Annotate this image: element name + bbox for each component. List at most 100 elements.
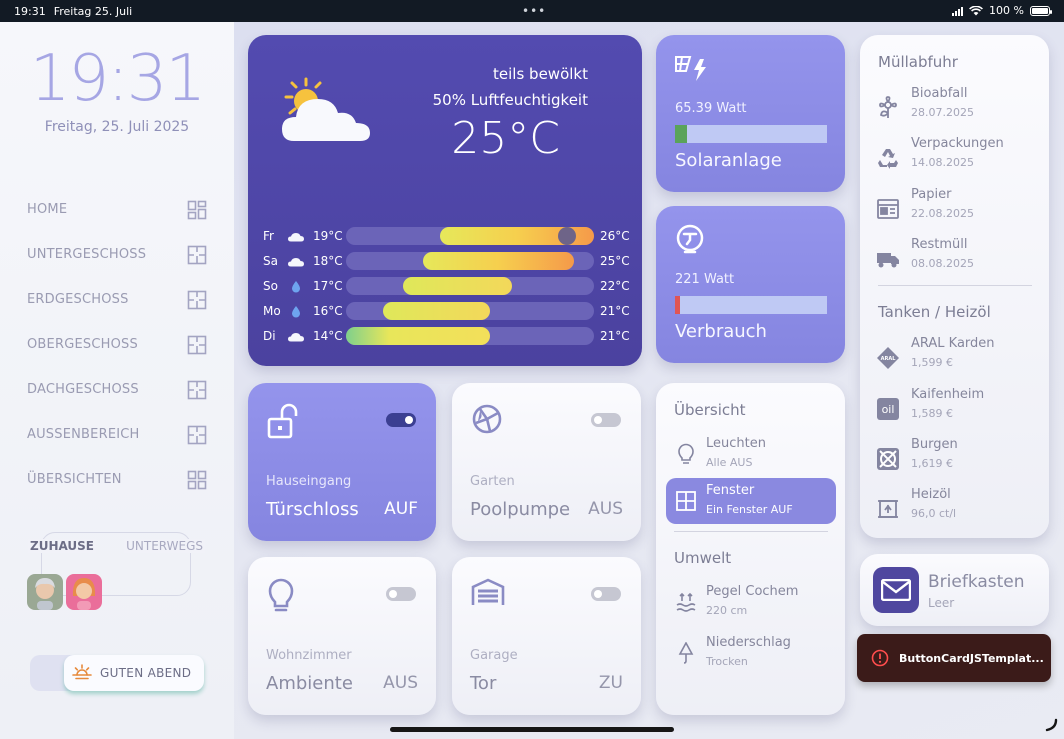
nav-item-aussenbereich[interactable]: AUSSENBEREICH xyxy=(27,412,207,457)
forecast-low: 14°C xyxy=(313,329,343,343)
battery-icon xyxy=(1030,5,1052,16)
nav-item-label: ERDGESCHOSS xyxy=(27,292,129,307)
cloud-icon xyxy=(285,254,307,268)
pool-pump-tile[interactable]: Garten Poolpumpe AUS xyxy=(452,383,641,541)
forecast-range-bar xyxy=(383,302,490,320)
sunset-icon xyxy=(72,664,92,680)
presence-away-label[interactable]: UNTERWEGS xyxy=(124,539,205,553)
water-level-row[interactable]: Pegel Cochem 220 cm xyxy=(666,579,836,625)
raindrop-icon xyxy=(285,279,307,293)
umbrella-icon xyxy=(678,642,694,664)
raindrop-icon xyxy=(285,304,307,318)
resize-handle-icon[interactable] xyxy=(1044,718,1058,732)
avatar[interactable] xyxy=(27,574,63,610)
door-lock-tile[interactable]: Hauseingang Türschloss AUF xyxy=(248,383,436,541)
precipitation-row[interactable]: Niederschlag Trocken xyxy=(666,630,836,676)
home-indicator[interactable] xyxy=(390,727,674,732)
waste-item[interactable]: Bioabfall 28.07.2025 xyxy=(876,86,1041,130)
waste-item[interactable]: Restmüll 08.08.2025 xyxy=(876,237,1041,281)
error-toast[interactable]: ButtonCardJSTemplat... xyxy=(857,634,1051,682)
svg-text:oil: oil xyxy=(882,403,895,416)
row-title: Niederschlag xyxy=(706,635,791,650)
forecast-range-track xyxy=(346,302,594,320)
solar-card[interactable]: 65.39 Watt Solaranlage xyxy=(656,35,845,192)
solar-watt: 65.39 Watt xyxy=(675,101,747,116)
unlocked-icon xyxy=(267,403,298,439)
fuel-item-title: Kaifenheim xyxy=(911,387,985,402)
presence-home-label[interactable]: ZUHAUSE xyxy=(28,539,96,553)
weather-card[interactable]: teils bewölkt 50% Luftfeuchtigkeit 25°C … xyxy=(248,35,642,366)
cloud-icon xyxy=(285,229,307,243)
row-sub: Trocken xyxy=(706,655,748,668)
forecast-low: 16°C xyxy=(313,304,343,318)
tile-name: Ambiente xyxy=(266,673,353,694)
water-level-icon xyxy=(676,592,696,612)
weather-humidity: 50% Luftfeuchtigkeit xyxy=(432,91,588,109)
mail-icon xyxy=(873,567,919,613)
forecast-high: 26°C xyxy=(600,229,630,243)
scene-toggle[interactable]: GUTEN ABEND xyxy=(30,655,204,691)
garage-door-tile[interactable]: Garage Tor ZU xyxy=(452,557,641,715)
sidebar: 19:31 Freitag, 25. Juli 2025 HOME UNTERG… xyxy=(0,22,234,739)
overview-title: Übersicht xyxy=(674,401,746,419)
dashboard-icon xyxy=(187,200,207,219)
nav-item-dachgeschoss[interactable]: DACHGESCHOSS xyxy=(27,367,207,412)
fuel-item-price: 1,589 € xyxy=(911,407,953,420)
garbage-truck-icon xyxy=(877,253,899,268)
nav-item-label: DACHGESCHOSS xyxy=(27,382,139,397)
solar-label: Solaranlage xyxy=(675,150,782,171)
oil-icon: oil xyxy=(877,398,899,420)
floorplan-icon xyxy=(187,290,207,309)
wifi-icon xyxy=(969,5,984,15)
forecast-day: Mo xyxy=(263,304,281,318)
forecast-low: 17°C xyxy=(313,279,343,293)
door-lock-toggle[interactable] xyxy=(386,413,416,427)
waste-item[interactable]: Papier 22.08.2025 xyxy=(876,187,1041,231)
consumption-card[interactable]: 221 Watt Verbrauch xyxy=(656,206,845,363)
cellular-signal-icon xyxy=(952,6,964,16)
lights-status-row[interactable]: Leuchten Alle AUS xyxy=(666,431,836,477)
fuel-item[interactable]: Heizöl 96,0 ct/l xyxy=(876,487,1041,531)
fuel-item[interactable]: Burgen 1,619 € xyxy=(876,437,1041,481)
multitasking-dots-icon[interactable]: ••• xyxy=(522,4,546,18)
garage-door-toggle[interactable] xyxy=(591,587,621,601)
tile-state: AUS xyxy=(588,499,623,519)
forecast-range-track xyxy=(346,252,594,270)
nav-item-erdgeschoss[interactable]: ERDGESCHOSS xyxy=(27,277,207,322)
tile-name: Poolpumpe xyxy=(470,499,571,520)
forecast-current-marker xyxy=(557,227,576,245)
windows-status-row[interactable]: Fenster Ein Fenster AUF xyxy=(666,478,836,524)
row-title: Pegel Cochem xyxy=(706,584,799,599)
newspaper-icon xyxy=(877,199,899,219)
flower-icon xyxy=(879,96,897,118)
floorplan-icon xyxy=(187,380,207,399)
forecast-high: 21°C xyxy=(600,304,630,318)
nav-item-obergeschoss[interactable]: OBERGESCHOSS xyxy=(27,322,207,367)
waste-item-title: Bioabfall xyxy=(911,86,968,101)
ambient-light-tile[interactable]: Wohnzimmer Ambiente AUS xyxy=(248,557,436,715)
fuel-item[interactable]: oil Kaifenheim 1,589 € xyxy=(876,387,1041,431)
good-evening-button[interactable]: GUTEN ABEND xyxy=(64,655,204,691)
forecast-row: So 17°C 22°C xyxy=(263,276,633,296)
pool-pump-toggle[interactable] xyxy=(591,413,621,427)
ambient-light-toggle[interactable] xyxy=(386,587,416,601)
battery-percentage: 100 % xyxy=(989,4,1024,17)
forecast-low: 19°C xyxy=(313,229,343,243)
waste-item[interactable]: Verpackungen 14.08.2025 xyxy=(876,136,1041,180)
nav-item-untergeschoss[interactable]: UNTERGESCHOSS xyxy=(27,232,207,277)
fuel-item-title: ARAL Karden xyxy=(911,336,995,351)
mailbox-card[interactable]: Briefkasten Leer xyxy=(860,554,1049,626)
consumption-watt: 221 Watt xyxy=(675,272,735,287)
nav-item-label: OBERGESCHOSS xyxy=(27,337,138,352)
fuel-item[interactable]: ARAL ARAL Karden 1,599 € xyxy=(876,336,1041,380)
row-sub: Ein Fenster AUF xyxy=(706,503,793,516)
waste-item-date: 28.07.2025 xyxy=(911,106,974,119)
nav-item-home[interactable]: HOME xyxy=(27,187,207,232)
avatar[interactable] xyxy=(66,574,102,610)
nav-item-uebersichten[interactable]: ÜBERSICHTEN xyxy=(27,457,207,502)
presence-switch[interactable]: ZUHAUSE UNTERWEGS xyxy=(27,530,205,610)
garage-icon xyxy=(471,578,505,605)
forecast-range-bar xyxy=(403,277,513,295)
forecast-low: 18°C xyxy=(313,254,343,268)
tile-room: Hauseingang xyxy=(266,474,352,489)
